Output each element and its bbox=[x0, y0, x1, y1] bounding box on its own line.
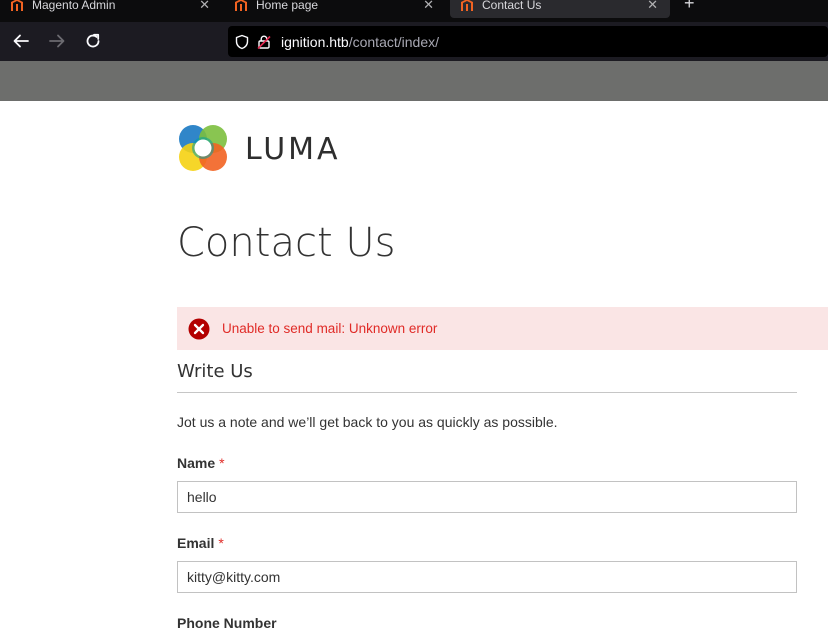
error-message: Unable to send mail: Unknown error bbox=[177, 307, 828, 350]
header-panel-strip bbox=[0, 61, 828, 101]
luma-logo[interactable]: LUMA bbox=[177, 123, 341, 175]
insecure-lock-icon[interactable] bbox=[256, 34, 272, 50]
close-tab-icon[interactable]: ✕ bbox=[647, 0, 658, 13]
browser-nav-bar: ignition.htb/contact/index/ bbox=[0, 22, 828, 61]
tab-home-page[interactable]: Home page ✕ bbox=[224, 0, 446, 18]
name-label: Name * bbox=[177, 455, 225, 471]
form-legend: Write Us bbox=[177, 361, 253, 382]
logo-text: LUMA bbox=[245, 131, 341, 167]
tab-title: Contact Us bbox=[482, 0, 542, 12]
error-icon bbox=[188, 318, 210, 340]
url-path: /contact/index/ bbox=[348, 33, 439, 50]
reload-icon bbox=[86, 33, 100, 48]
back-button[interactable] bbox=[10, 30, 32, 52]
reload-button[interactable] bbox=[82, 30, 104, 52]
form-note: Jot us a note and we’ll get back to you … bbox=[177, 414, 558, 430]
shield-icon[interactable] bbox=[234, 34, 250, 50]
error-message-text: Unable to send mail: Unknown error bbox=[222, 321, 438, 336]
magento-favicon-icon bbox=[10, 0, 24, 12]
name-label-text: Name bbox=[177, 455, 216, 471]
close-tab-icon[interactable]: ✕ bbox=[199, 0, 210, 13]
name-input[interactable] bbox=[177, 481, 797, 513]
magento-favicon-icon bbox=[460, 0, 474, 12]
tab-title: Magento Admin bbox=[32, 0, 116, 12]
address-bar[interactable]: ignition.htb/contact/index/ bbox=[228, 26, 828, 57]
phone-label: Phone Number bbox=[177, 615, 277, 630]
url-host: ignition.htb bbox=[281, 33, 349, 50]
tab-magento-admin[interactable]: Magento Admin ✕ bbox=[0, 0, 222, 18]
url-text[interactable]: ignition.htb/contact/index/ bbox=[281, 34, 439, 50]
required-marker: * bbox=[218, 535, 224, 551]
required-marker: * bbox=[219, 455, 225, 471]
legend-divider bbox=[177, 392, 797, 393]
browser-tab-bar: Magento Admin ✕ Home page ✕ Contact Us ✕… bbox=[0, 0, 828, 22]
magento-favicon-icon bbox=[234, 0, 248, 12]
luma-logo-icon bbox=[179, 125, 227, 171]
page-title: Contact Us bbox=[177, 220, 396, 266]
arrow-right-icon bbox=[49, 34, 65, 48]
phone-label-text: Phone Number bbox=[177, 615, 277, 630]
arrow-left-icon bbox=[13, 34, 29, 48]
forward-button[interactable] bbox=[46, 30, 68, 52]
tab-contact-us[interactable]: Contact Us ✕ bbox=[450, 0, 670, 18]
email-label-text: Email bbox=[177, 535, 215, 551]
tab-title: Home page bbox=[256, 0, 319, 12]
email-label: Email * bbox=[177, 535, 224, 551]
new-tab-button[interactable]: + bbox=[684, 0, 695, 14]
email-input[interactable] bbox=[177, 561, 797, 593]
close-tab-icon[interactable]: ✕ bbox=[423, 0, 434, 13]
